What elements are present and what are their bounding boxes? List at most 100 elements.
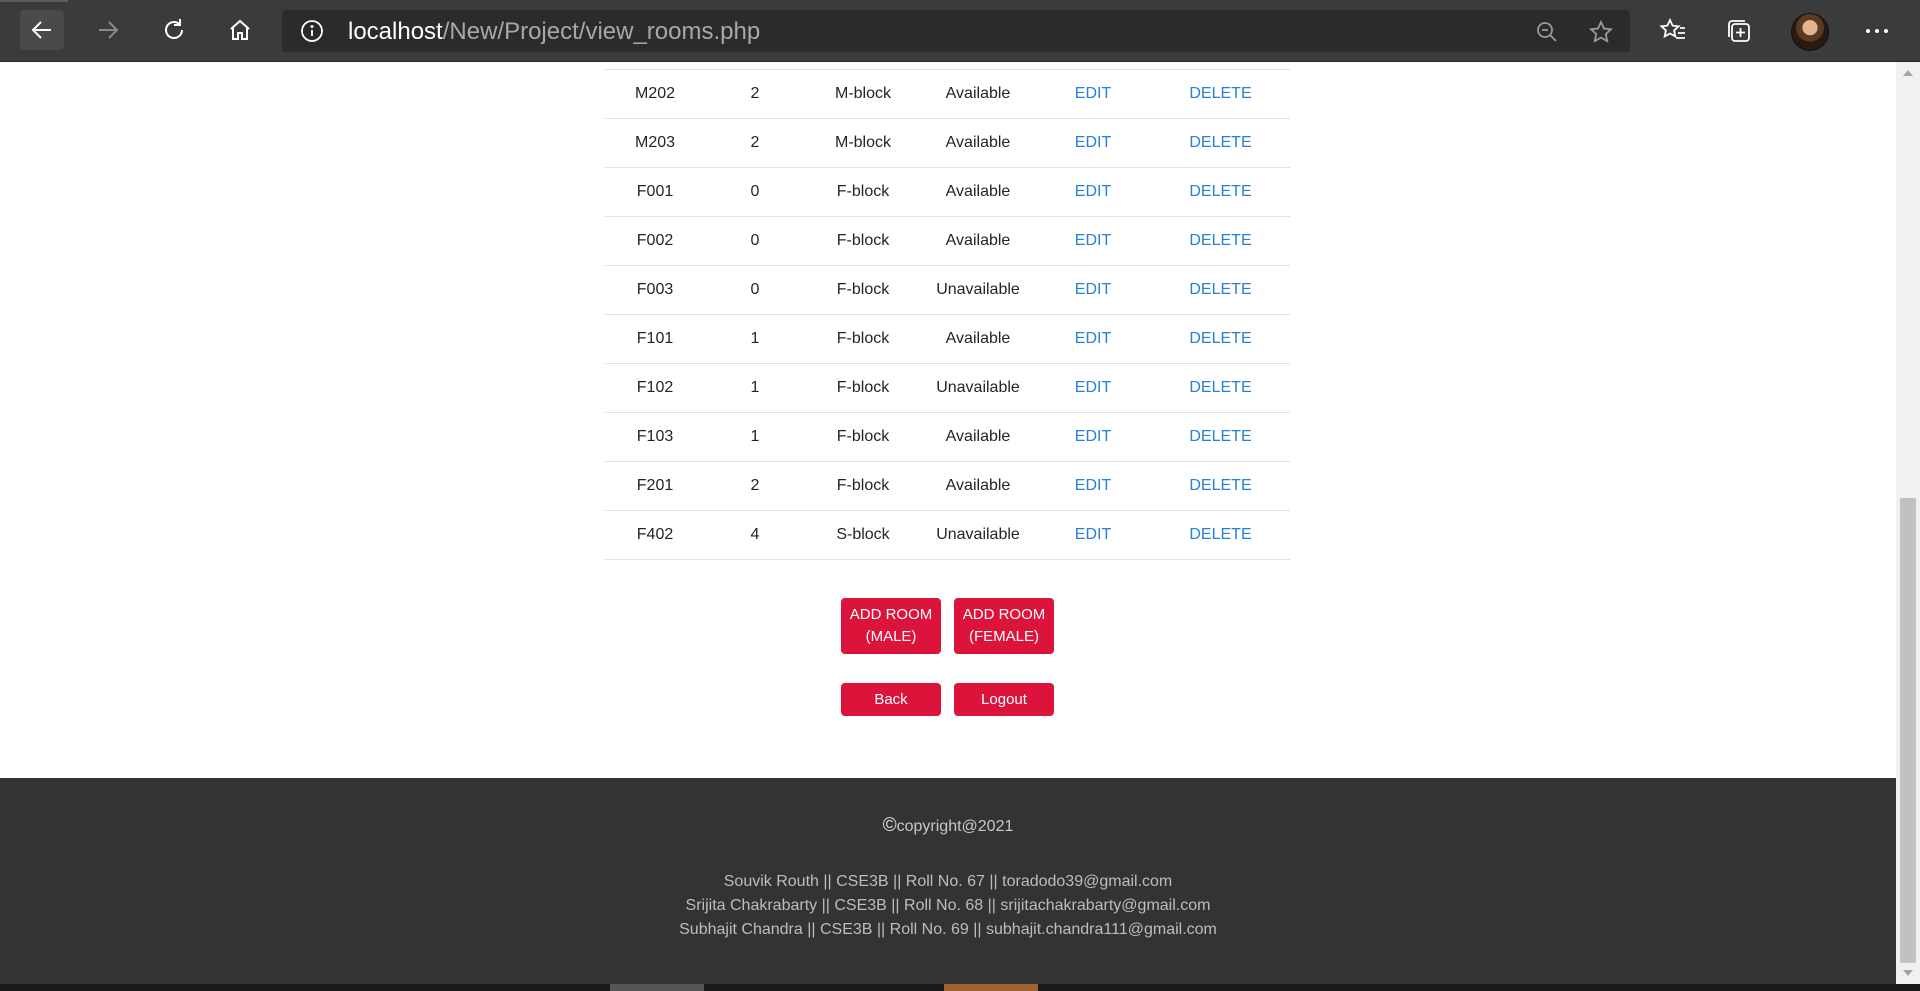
room-number: M203: [634, 134, 676, 151]
back-button[interactable]: [20, 10, 64, 50]
delete-link-cell: DELETE: [1151, 363, 1290, 413]
url-host: localhost: [348, 18, 443, 45]
footer: ©copyright@2021 Souvik Routh || CSE3B ||…: [0, 778, 1896, 984]
taskbar-item[interactable]: [610, 984, 704, 991]
avatar[interactable]: [1791, 13, 1829, 51]
delete-link[interactable]: DELETE: [1189, 232, 1251, 249]
edit-link[interactable]: EDIT: [1075, 281, 1111, 298]
delete-link[interactable]: DELETE: [1189, 330, 1251, 347]
taskbar: [0, 984, 1920, 991]
block-name: F-block: [836, 330, 890, 347]
url-text[interactable]: localhost/New/Project/view_rooms.php: [348, 19, 760, 45]
delete-link-cell: DELETE: [1151, 167, 1290, 217]
block-name-cell: F-block: [805, 167, 921, 217]
credit-line: Souvik Routh || CSE3B || Roll No. 67 || …: [723, 873, 1173, 890]
back-link-button[interactable]: Back: [841, 683, 941, 716]
table-top-border: [605, 62, 1290, 70]
floor-number-cell: 0: [705, 167, 805, 217]
edit-link[interactable]: EDIT: [1075, 379, 1111, 396]
back-arrow-icon: [31, 21, 51, 39]
block-name-cell: S-block: [805, 510, 921, 560]
delete-link[interactable]: DELETE: [1189, 526, 1251, 543]
edit-link[interactable]: EDIT: [1075, 183, 1111, 200]
availability-status: Unavailable: [936, 526, 1020, 543]
delete-link-cell: DELETE: [1151, 314, 1290, 364]
floor-number: 1: [750, 428, 760, 445]
edit-link[interactable]: EDIT: [1075, 428, 1111, 445]
block-name: M-block: [834, 134, 891, 151]
edit-link-cell: EDIT: [1035, 216, 1151, 266]
edit-link-cell: EDIT: [1035, 167, 1151, 217]
credit-line: Srijita Chakrabarty || CSE3B || Roll No.…: [685, 897, 1211, 914]
delete-link-cell: DELETE: [1151, 118, 1290, 168]
forward-button[interactable]: [86, 10, 130, 50]
floor-number-cell: 2: [705, 69, 805, 119]
zoom-out-icon[interactable]: [1534, 19, 1560, 45]
scroll-up-icon[interactable]: [1903, 70, 1913, 76]
floor-number: 1: [750, 330, 760, 347]
edit-link-cell: EDIT: [1035, 363, 1151, 413]
add-favorite-icon[interactable]: [1588, 19, 1614, 45]
block-name: F-block: [836, 428, 890, 445]
edit-link-cell: EDIT: [1035, 314, 1151, 364]
delete-link-cell: DELETE: [1151, 216, 1290, 266]
refresh-button[interactable]: [152, 10, 196, 50]
edit-link-cell: EDIT: [1035, 461, 1151, 511]
floor-number: 2: [750, 134, 760, 151]
floor-number: 4: [750, 526, 760, 543]
delete-link-cell: DELETE: [1151, 510, 1290, 560]
block-name-cell: F-block: [805, 412, 921, 462]
table-row: F201 2 F-block Available EDIT DELETE: [605, 461, 1290, 511]
delete-link[interactable]: DELETE: [1189, 428, 1251, 445]
scrollbar-thumb[interactable]: [1900, 498, 1916, 963]
delete-link[interactable]: DELETE: [1189, 134, 1251, 151]
info-icon[interactable]: [300, 19, 324, 43]
edit-link[interactable]: EDIT: [1075, 232, 1111, 249]
block-name: F-block: [836, 281, 890, 298]
copyright: ©copyright@2021: [0, 815, 1896, 837]
room-number-cell: F003: [605, 265, 705, 315]
edit-link[interactable]: EDIT: [1075, 85, 1111, 102]
logout-button[interactable]: Logout: [954, 683, 1054, 716]
add-room-female-line1: ADD ROOM: [962, 606, 1046, 623]
tab-indicator: [0, 0, 68, 2]
delete-link[interactable]: DELETE: [1189, 379, 1251, 396]
edit-link[interactable]: EDIT: [1075, 330, 1111, 347]
edit-link-cell: EDIT: [1035, 510, 1151, 560]
floor-number: 2: [750, 477, 760, 494]
edit-link[interactable]: EDIT: [1075, 526, 1111, 543]
block-name: F-block: [836, 379, 890, 396]
add-room-female-button[interactable]: ADD ROOM (FEMALE): [954, 598, 1054, 654]
availability-status-cell: Available: [921, 118, 1035, 168]
floor-number-cell: 0: [705, 216, 805, 266]
room-number-cell: F103: [605, 412, 705, 462]
forward-arrow-icon: [99, 21, 119, 39]
add-room-male-line1: ADD ROOM: [849, 606, 933, 623]
floor-number: 0: [750, 183, 760, 200]
favorites-icon[interactable]: [1658, 16, 1688, 46]
edit-link-cell: EDIT: [1035, 412, 1151, 462]
home-button[interactable]: [218, 10, 262, 50]
delete-link-cell: DELETE: [1151, 265, 1290, 315]
delete-link[interactable]: DELETE: [1189, 85, 1251, 102]
floor-number: 0: [750, 281, 760, 298]
edit-link[interactable]: EDIT: [1075, 134, 1111, 151]
delete-link[interactable]: DELETE: [1189, 477, 1251, 494]
more-icon[interactable]: [1862, 16, 1892, 46]
block-name-cell: F-block: [805, 363, 921, 413]
add-room-male-button[interactable]: ADD ROOM (MALE): [841, 598, 941, 654]
delete-link[interactable]: DELETE: [1189, 183, 1251, 200]
address-bar[interactable]: localhost/New/Project/view_rooms.php: [282, 10, 1630, 52]
floor-number: 1: [750, 379, 760, 396]
scroll-down-icon[interactable]: [1903, 970, 1913, 976]
credit-line: Subhajit Chandra || CSE3B || Roll No. 69…: [679, 921, 1217, 938]
room-number: F101: [636, 330, 674, 347]
collections-icon[interactable]: [1724, 16, 1754, 46]
delete-link[interactable]: DELETE: [1189, 281, 1251, 298]
vertical-scrollbar[interactable]: [1896, 62, 1920, 984]
copyright-symbol: ©: [882, 815, 897, 836]
availability-status: Available: [945, 477, 1011, 494]
taskbar-item[interactable]: [944, 984, 1038, 991]
floor-number: 0: [750, 232, 760, 249]
edit-link[interactable]: EDIT: [1075, 477, 1111, 494]
